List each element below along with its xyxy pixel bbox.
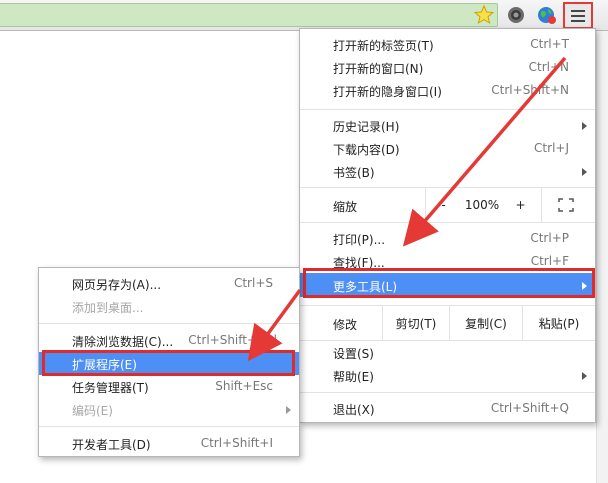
menu-item-add-to-desktop[interactable]: 添加到桌面... xyxy=(39,295,299,318)
menu-item-extensions[interactable]: 扩展程序(E) xyxy=(39,352,299,375)
menu-item-print[interactable]: 打印(P)... Ctrl+P xyxy=(300,227,595,250)
menu-item-new-tab[interactable]: 打开新的标签页(T) Ctrl+T xyxy=(300,33,595,56)
submenu-arrow-icon xyxy=(582,122,587,130)
zoom-in-button[interactable]: + xyxy=(503,188,538,222)
menu-item-encoding[interactable]: 编码(E) xyxy=(39,398,299,421)
more-tools-submenu: 网页另存为(A)... Ctrl+S 添加到桌面... 清除浏览数据(C)...… xyxy=(38,267,300,457)
menu-item-new-incognito-window[interactable]: 打开新的隐身窗口(I) Ctrl+Shift+N xyxy=(300,79,595,102)
submenu-arrow-icon xyxy=(582,282,587,290)
menu-item-settings[interactable]: 设置(S) xyxy=(300,341,595,364)
chrome-menu-button[interactable] xyxy=(563,2,593,29)
cut-button[interactable]: 剪切(T) xyxy=(382,306,449,340)
submenu-arrow-icon xyxy=(582,372,587,380)
submenu-arrow-icon xyxy=(582,168,587,176)
submenu-arrow-icon xyxy=(286,406,291,414)
zoom-level-value: 100% xyxy=(464,198,500,212)
chrome-main-menu: 打开新的标签页(T) Ctrl+T 打开新的窗口(N) Ctrl+N 打开新的隐… xyxy=(299,28,596,423)
menu-item-new-window[interactable]: 打开新的窗口(N) Ctrl+N xyxy=(300,56,595,79)
menu-item-developer-tools[interactable]: 开发者工具(D) Ctrl+Shift+I xyxy=(39,432,299,455)
fullscreen-icon[interactable] xyxy=(558,198,574,212)
extension-globe-icon[interactable] xyxy=(536,4,558,26)
extension-gear-icon[interactable] xyxy=(505,4,527,26)
menu-item-save-page-as[interactable]: 网页另存为(A)... Ctrl+S xyxy=(39,272,299,295)
menu-separator xyxy=(39,323,299,324)
menu-separator xyxy=(300,222,595,223)
menu-item-exit[interactable]: 退出(X) Ctrl+Shift+Q xyxy=(300,397,595,420)
menu-item-help[interactable]: 帮助(E) xyxy=(300,364,595,387)
page-scrollbar[interactable] xyxy=(596,31,608,483)
address-bar[interactable] xyxy=(0,3,498,27)
edit-row: 修改 剪切(T) 复制(C) 粘贴(P) xyxy=(300,306,595,340)
star-icon[interactable] xyxy=(473,4,495,26)
menu-separator xyxy=(300,109,595,110)
edit-label: 修改 xyxy=(333,318,358,332)
menu-item-more-tools[interactable]: 更多工具(L) xyxy=(300,273,595,297)
zoom-label: 缩放 xyxy=(333,200,358,214)
zoom-row: 缩放 - 100% + xyxy=(300,188,595,222)
menu-separator xyxy=(300,392,595,393)
copy-button[interactable]: 复制(C) xyxy=(449,306,522,340)
menu-item-clear-browsing-data[interactable]: 清除浏览数据(C)... Ctrl+Shift+Del xyxy=(39,329,299,352)
menu-item-task-manager[interactable]: 任务管理器(T) Shift+Esc xyxy=(39,375,299,398)
menu-item-find[interactable]: 查找(F)... Ctrl+F xyxy=(300,250,595,273)
paste-button[interactable]: 粘贴(P) xyxy=(522,306,595,340)
zoom-out-button[interactable]: - xyxy=(426,188,461,222)
menu-separator xyxy=(39,426,299,427)
hamburger-menu-icon xyxy=(571,7,585,25)
menu-item-downloads[interactable]: 下载内容(D) Ctrl+J xyxy=(300,137,595,160)
browser-toolbar xyxy=(0,0,608,31)
menu-item-bookmarks[interactable]: 书签(B) xyxy=(300,160,595,183)
menu-item-history[interactable]: 历史记录(H) xyxy=(300,114,595,137)
